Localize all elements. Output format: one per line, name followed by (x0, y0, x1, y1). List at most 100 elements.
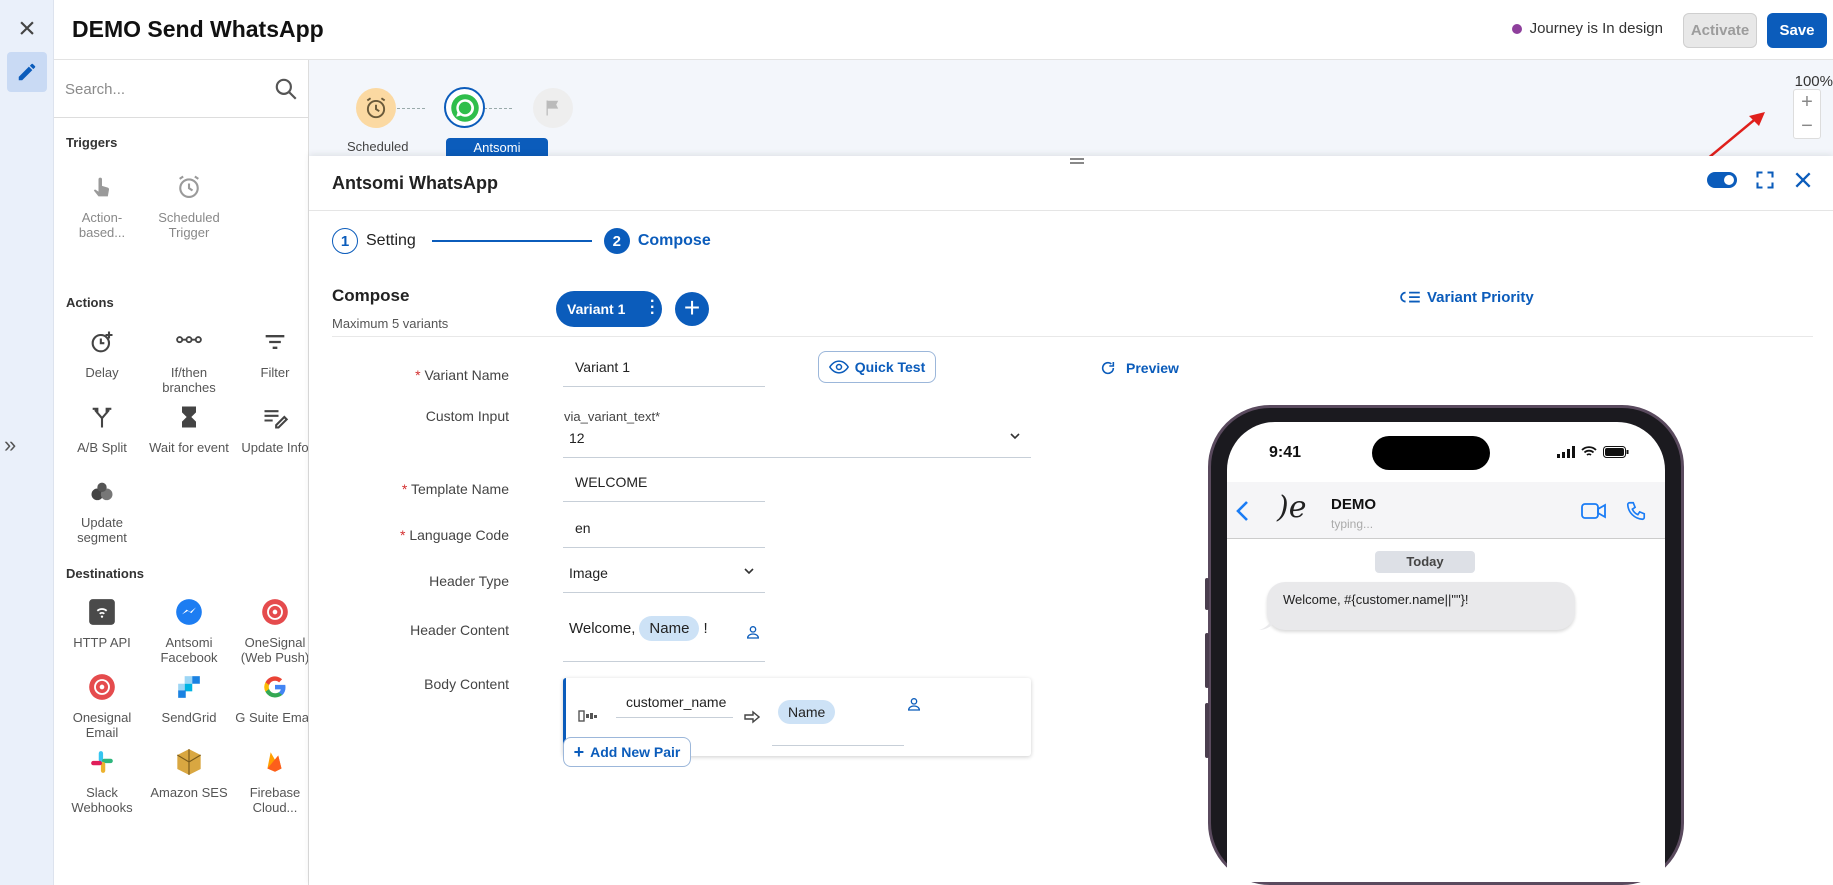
language-code-label: * Language Code (400, 527, 509, 543)
tool-gsuite-email[interactable]: G Suite Email (232, 670, 309, 725)
tool-filter[interactable]: Filter (232, 325, 308, 380)
step-setting[interactable]: 1 Setting (332, 228, 416, 254)
enable-toggle[interactable] (1707, 172, 1737, 188)
tool-onesignal-email[interactable]: Onesignal Email (59, 670, 145, 740)
tool-scheduled-trigger[interactable]: Scheduled Trigger (146, 170, 232, 240)
node-end[interactable] (533, 88, 573, 128)
panel-header: Antsomi WhatsApp (309, 156, 1833, 211)
tool-http-api[interactable]: HTTP API (59, 595, 145, 650)
zoom-in-icon[interactable]: + (1794, 90, 1820, 114)
tool-ab-split[interactable]: A/B Split (59, 400, 145, 455)
custom-input-label: Custom Input (425, 408, 509, 424)
header-type-select[interactable]: Image (563, 557, 765, 593)
phone-call-icon[interactable] (1625, 500, 1647, 522)
save-button[interactable]: Save (1767, 13, 1827, 48)
add-new-pair-button[interactable]: + Add New Pair (563, 737, 691, 767)
tool-slack-webhooks[interactable]: Slack Webhooks (59, 745, 145, 815)
person-icon[interactable] (745, 624, 761, 640)
edit-list-icon (258, 400, 292, 434)
fullscreen-icon[interactable] (1755, 170, 1775, 190)
tool-delay[interactable]: Delay (59, 325, 145, 380)
search-icon[interactable] (273, 76, 299, 102)
custom-input-select[interactable]: 12 (563, 422, 1031, 458)
node-library-sidebar: Triggers Action-based... Scheduled Trigg… (54, 60, 309, 885)
edit-mode-button[interactable] (7, 52, 47, 92)
header-content-label: Header Content (410, 622, 509, 638)
back-chevron-icon[interactable] (1235, 500, 1249, 522)
panel-actions (1707, 170, 1813, 190)
zoom-out-icon[interactable]: − (1794, 114, 1820, 138)
variant-name-input[interactable]: Variant 1 (563, 351, 765, 387)
tool-label: Antsomi Facebook (160, 635, 218, 665)
signal-icon (1557, 446, 1575, 458)
dynamic-island (1372, 436, 1490, 470)
left-rail: × » (0, 0, 54, 885)
contact-name: DEMO (1331, 496, 1376, 513)
tool-label: Action-based... (78, 210, 126, 240)
phone-screen: 9:41 )e DEMO typing... Today Welcome, #{… (1227, 422, 1665, 882)
alarm-icon (172, 170, 206, 204)
slack-icon (85, 745, 119, 779)
tool-label: If/then branches (162, 365, 216, 395)
header-suffix: ! (703, 620, 708, 637)
language-code-input[interactable]: en (563, 512, 765, 548)
tool-update-info[interactable]: Update Info (232, 400, 308, 455)
close-icon[interactable] (1793, 170, 1813, 190)
tool-amazon-ses[interactable]: Amazon SES (146, 745, 232, 800)
tool-sendgrid[interactable]: SendGrid (146, 670, 232, 725)
node-antsomi[interactable] (444, 87, 485, 128)
drag-handle[interactable] (1070, 158, 1084, 164)
tool-antsomi-facebook[interactable]: Antsomi Facebook (146, 595, 232, 665)
message-bubble: Welcome, #{customer.name||""}! (1267, 582, 1575, 630)
node-label: Scheduled (347, 139, 409, 154)
tool-action-based[interactable]: Action-based... (59, 170, 145, 240)
add-variant-button[interactable]: + (675, 292, 709, 326)
search-bar (54, 60, 308, 118)
tool-wait-for-event[interactable]: Wait for event (146, 400, 232, 455)
activate-button[interactable]: Activate (1683, 13, 1757, 48)
tool-label: Amazon SES (150, 785, 228, 800)
touch-icon (85, 170, 119, 204)
template-name-input[interactable]: WELCOME (563, 466, 765, 502)
person-icon[interactable] (906, 696, 922, 712)
actions-heading: Actions (66, 295, 114, 310)
tool-update-segment[interactable]: Update segment (59, 475, 145, 545)
filter-icon (258, 325, 292, 359)
variant-tab[interactable]: Variant 1 · · · (556, 291, 662, 327)
tool-label: G Suite Email (235, 710, 309, 725)
tool-firebase[interactable]: Firebase Cloud... (232, 745, 308, 815)
close-icon[interactable]: × (12, 14, 42, 44)
tool-if-then[interactable]: If/then branches (146, 325, 232, 395)
body-value-editor[interactable]: Name (772, 698, 904, 746)
phone-side-button (1205, 578, 1209, 610)
video-call-icon[interactable] (1581, 502, 1607, 520)
alarm-icon (366, 97, 386, 119)
arrow-right-icon (744, 710, 760, 724)
journey-title: DEMO Send WhatsApp (72, 16, 324, 42)
bubble-tail (1259, 618, 1273, 630)
segment-icon (85, 475, 119, 509)
more-vert-icon[interactable]: · · · (650, 294, 655, 322)
preview-button[interactable]: Preview (1100, 360, 1179, 376)
battery-icon (1603, 446, 1629, 458)
variant-priority-button[interactable]: Variant Priority (1399, 289, 1534, 306)
chevron-down-icon (1010, 433, 1020, 440)
header-content-editor[interactable]: Welcome, Name ! (563, 606, 765, 662)
step-compose[interactable]: 2 Compose (603, 228, 711, 254)
tool-label: Filter (260, 365, 290, 380)
quick-test-button[interactable]: Quick Test (818, 351, 936, 383)
status-text: Journey is In design (1529, 20, 1663, 37)
google-icon (258, 670, 292, 704)
search-input[interactable] (65, 77, 265, 101)
tool-label: Onesignal Email (72, 710, 132, 740)
personalization-tag[interactable]: Name (778, 700, 836, 724)
compose-subtitle: Maximum 5 variants (332, 316, 449, 331)
zoom-level: 100% (1794, 73, 1833, 90)
tool-onesignal-webpush[interactable]: OneSignal (Web Push) (232, 595, 308, 665)
node-scheduled[interactable] (356, 88, 396, 128)
variant-tab-label: Variant 1 (567, 301, 626, 317)
expand-sidebar-icon[interactable]: » (4, 432, 16, 458)
body-key-input[interactable]: customer_name (616, 690, 733, 718)
onesignal-email-icon (85, 670, 119, 704)
personalization-tag[interactable]: Name (639, 616, 700, 641)
